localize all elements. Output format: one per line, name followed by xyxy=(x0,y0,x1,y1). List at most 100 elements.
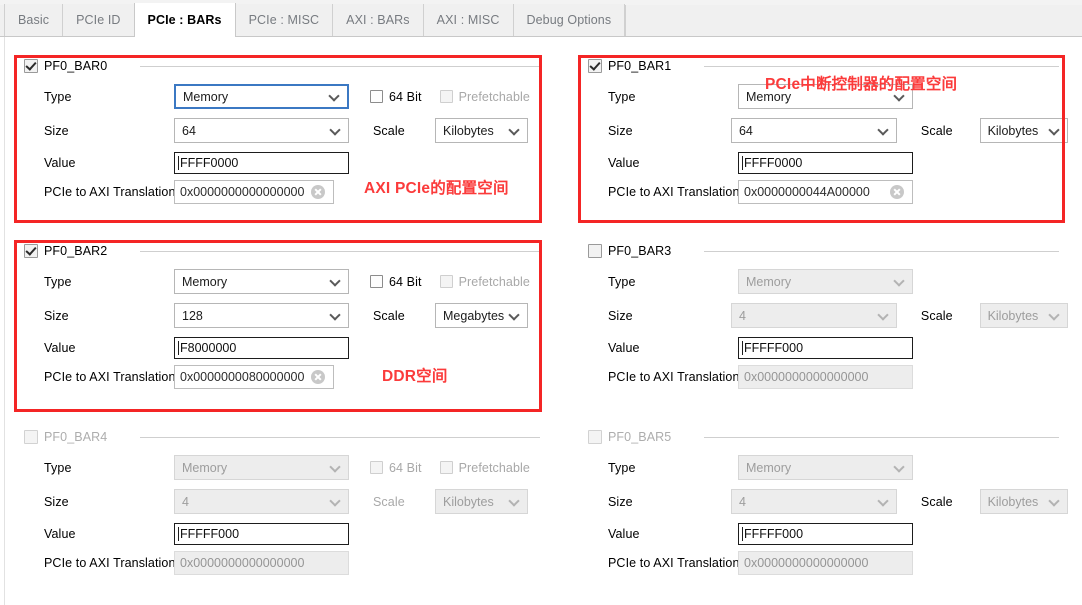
tab-label: Basic xyxy=(18,13,50,27)
checkbox-64bit-container[interactable]: 64 Bit xyxy=(370,275,422,289)
text-caret xyxy=(178,156,179,170)
group-header: PF0_BAR1 xyxy=(588,58,671,74)
checkbox-pf0-bar5[interactable] xyxy=(588,430,602,444)
dropdown-scale[interactable]: Kilobytes xyxy=(435,118,528,143)
group-title: PF0_BAR0 xyxy=(44,59,108,73)
dropdown-scale: Kilobytes xyxy=(979,303,1068,328)
dropdown-scale[interactable]: Kilobytes xyxy=(979,118,1068,143)
clear-icon[interactable] xyxy=(890,185,904,199)
input-value[interactable]: FFFFF000 xyxy=(174,523,349,545)
input-pcie-to-axi-translation[interactable]: 0x0000000000000000 xyxy=(174,180,334,204)
tab-basic[interactable]: Basic xyxy=(4,4,64,36)
input-translation-text: 0x0000000000000000 xyxy=(180,556,305,570)
input-translation-text: 0x0000000044A00000 xyxy=(744,185,870,199)
bar-group-pf0-bar5: PF0_BAR5 Type Memory Size 4 Scale Kiloby… xyxy=(578,429,1068,597)
input-value[interactable]: FFFF0000 xyxy=(738,152,913,174)
chevron-down-icon xyxy=(329,308,341,321)
tab-label: AXI : MISC xyxy=(436,13,500,27)
checkbox-64bit-container[interactable]: 64 Bit xyxy=(370,90,422,104)
annotation-pcie-interrupt: PCIe中断控制器的配置空间 xyxy=(765,76,958,93)
checkbox-pf0-bar0[interactable] xyxy=(24,59,38,73)
dropdown-size: 4 xyxy=(174,489,349,514)
checkbox-64bit xyxy=(370,461,383,474)
input-value[interactable]: FFFF0000 xyxy=(174,152,349,174)
tab-axi-bars[interactable]: AXI : BARs xyxy=(333,4,424,36)
clear-icon[interactable] xyxy=(311,370,325,384)
dropdown-size-value: 64 xyxy=(738,123,753,138)
chevron-down-icon xyxy=(893,274,905,287)
dropdown-type[interactable]: Memory xyxy=(174,84,349,109)
label-prefetchable: Prefetchable xyxy=(458,460,530,475)
text-caret xyxy=(178,341,179,355)
label-prefetchable: Prefetchable xyxy=(458,89,530,104)
label-scale: Scale xyxy=(373,308,405,323)
group-header: PF0_BAR4 xyxy=(24,429,107,445)
label-translation: PCIe to AXI Translation xyxy=(608,370,740,384)
tab-bar-filler xyxy=(625,4,633,36)
chevron-down-icon xyxy=(877,123,889,136)
chevron-down-icon xyxy=(1048,308,1060,321)
label-value: Value xyxy=(608,341,640,355)
label-scale: Scale xyxy=(920,123,953,138)
dropdown-type: Memory xyxy=(738,455,913,480)
checkbox-pf0-bar2[interactable] xyxy=(24,244,38,258)
bar-group-pf0-bar3: PF0_BAR3 Type Memory Size 4 Scale Kiloby… xyxy=(578,243,1068,411)
dropdown-size[interactable]: 64 xyxy=(730,118,897,143)
tab-debug-options[interactable]: Debug Options xyxy=(513,4,626,36)
checkbox-prefetchable-container: Prefetchable xyxy=(439,89,530,104)
dropdown-size-value: 64 xyxy=(182,123,196,138)
row-value: Value FFFF0000 xyxy=(608,152,1068,174)
dropdown-size[interactable]: 128 xyxy=(174,303,349,328)
dropdown-type[interactable]: Memory xyxy=(174,269,349,294)
dropdown-size-value: 128 xyxy=(182,308,203,323)
label-type: Type xyxy=(608,89,636,104)
group-separator-line xyxy=(704,251,1059,252)
input-value-text: FFFF0000 xyxy=(180,156,239,170)
checkbox-64bit[interactable] xyxy=(370,90,383,103)
chevron-down-icon xyxy=(1048,123,1060,136)
chevron-down-icon xyxy=(877,494,889,507)
bar-group-pf0-bar2: PF0_BAR2 Type Memory 64 Bit Prefetchable xyxy=(14,243,544,411)
input-pcie-to-axi-translation[interactable]: 0x0000000080000000 xyxy=(174,365,334,389)
dropdown-scale[interactable]: Megabytes xyxy=(435,303,528,328)
checkbox-prefetchable-container: Prefetchable xyxy=(439,275,530,289)
chevron-down-icon xyxy=(508,123,520,136)
dropdown-type: Memory xyxy=(174,455,349,480)
checkbox-prefetchable xyxy=(439,275,453,288)
row-translation: PCIe to AXI Translation 0x0000000044A000… xyxy=(608,180,1068,204)
dropdown-scale-value: Kilobytes xyxy=(443,123,494,138)
tab-pcie-bars[interactable]: PCIe : BARs xyxy=(133,3,236,37)
row-size: Size 64 Scale Kilobytes xyxy=(608,118,1068,143)
label-size: Size xyxy=(44,494,69,509)
input-value[interactable]: F8000000 xyxy=(174,337,349,359)
dropdown-scale-value: Kilobytes xyxy=(987,123,1039,138)
dropdown-size[interactable]: 64 xyxy=(174,118,349,143)
label-type: Type xyxy=(44,89,72,104)
input-translation-text: 0x0000000000000000 xyxy=(744,370,869,384)
input-pcie-to-axi-translation[interactable]: 0x0000000044A00000 xyxy=(738,180,913,204)
group-title: PF0_BAR1 xyxy=(608,59,672,73)
input-value[interactable]: FFFFF000 xyxy=(738,337,913,359)
tab-axi-misc[interactable]: AXI : MISC xyxy=(423,4,514,36)
label-value: Value xyxy=(608,527,640,541)
annotation-ddr: DDR空间 xyxy=(382,368,448,385)
label-size: Size xyxy=(608,308,633,323)
input-value[interactable]: FFFFF000 xyxy=(738,523,913,545)
input-translation-text: 0x0000000000000000 xyxy=(180,185,305,199)
chevron-down-icon xyxy=(508,494,520,507)
checkbox-pf0-bar4[interactable] xyxy=(24,430,38,444)
dropdown-size: 4 xyxy=(730,489,897,514)
text-caret xyxy=(742,156,743,170)
tab-pcie-id[interactable]: PCIe ID xyxy=(63,4,135,36)
clear-icon[interactable] xyxy=(311,185,325,199)
label-scale: Scale xyxy=(373,494,405,509)
row-type: Type Memory xyxy=(608,269,1068,294)
checkbox-pf0-bar3[interactable] xyxy=(588,244,602,258)
checkbox-pf0-bar1[interactable] xyxy=(588,59,602,73)
row-size: Size 128 Scale Megabytes xyxy=(44,303,544,328)
checkbox-64bit[interactable] xyxy=(370,275,383,288)
label-size: Size xyxy=(44,123,69,138)
label-translation: PCIe to AXI Translation xyxy=(608,556,740,570)
tab-pcie-misc[interactable]: PCIe : MISC xyxy=(235,4,334,36)
label-translation: PCIe to AXI Translation xyxy=(44,370,176,384)
